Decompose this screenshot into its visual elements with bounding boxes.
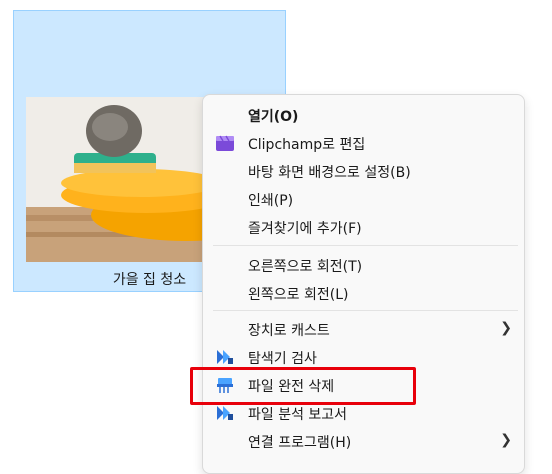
scanner-icon: [215, 404, 235, 422]
clipchamp-icon: [215, 134, 235, 152]
menu-item-label: Clipchamp로 편집: [248, 137, 366, 153]
menu-item-open[interactable]: 열기(O): [207, 100, 520, 130]
menu-item-label: 열기(O): [248, 109, 299, 125]
menu-item-label: 오른쪽으로 회전(T): [248, 259, 363, 275]
scanner-icon: [215, 348, 235, 366]
menu-item-label: 즐겨찾기에 추가(F): [248, 221, 362, 237]
menu-item-add-favorites[interactable]: 즐겨찾기에 추가(F): [207, 212, 520, 242]
menu-item-label: 탐색기 검사: [248, 351, 317, 367]
menu-item-label: 연결 프로그램(H): [248, 435, 352, 451]
highlight-box: [190, 367, 416, 405]
menu-item-rotate-left[interactable]: 왼쪽으로 회전(L): [207, 278, 520, 308]
menu-item-label: 장치로 캐스트: [248, 323, 330, 339]
menu-item-rotate-right[interactable]: 오른쪽으로 회전(T): [207, 250, 520, 280]
menu-item-cast-to-device[interactable]: 장치로 캐스트 ❯: [207, 314, 520, 344]
menu-item-label: 인쇄(P): [248, 193, 294, 209]
menu-item-clipchamp[interactable]: Clipchamp로 편집: [207, 128, 520, 158]
menu-item-label: 왼쪽으로 회전(L): [248, 287, 349, 303]
chevron-right-icon: ❯: [500, 432, 512, 448]
menu-item-print[interactable]: 인쇄(P): [207, 184, 520, 214]
menu-item-set-background[interactable]: 바탕 화면 배경으로 설정(B): [207, 156, 520, 186]
chevron-right-icon: ❯: [500, 320, 512, 336]
context-menu: 열기(O) Clipchamp로 편집 바탕 화면 배경으로 설정(B) 인쇄(…: [202, 94, 525, 474]
menu-separator: [213, 310, 518, 311]
menu-separator: [213, 245, 518, 246]
menu-item-open-with[interactable]: 연결 프로그램(H) ❯: [207, 426, 520, 456]
menu-item-label: 바탕 화면 배경으로 설정(B): [248, 165, 411, 181]
menu-item-label: 파일 분석 보고서: [248, 407, 348, 423]
